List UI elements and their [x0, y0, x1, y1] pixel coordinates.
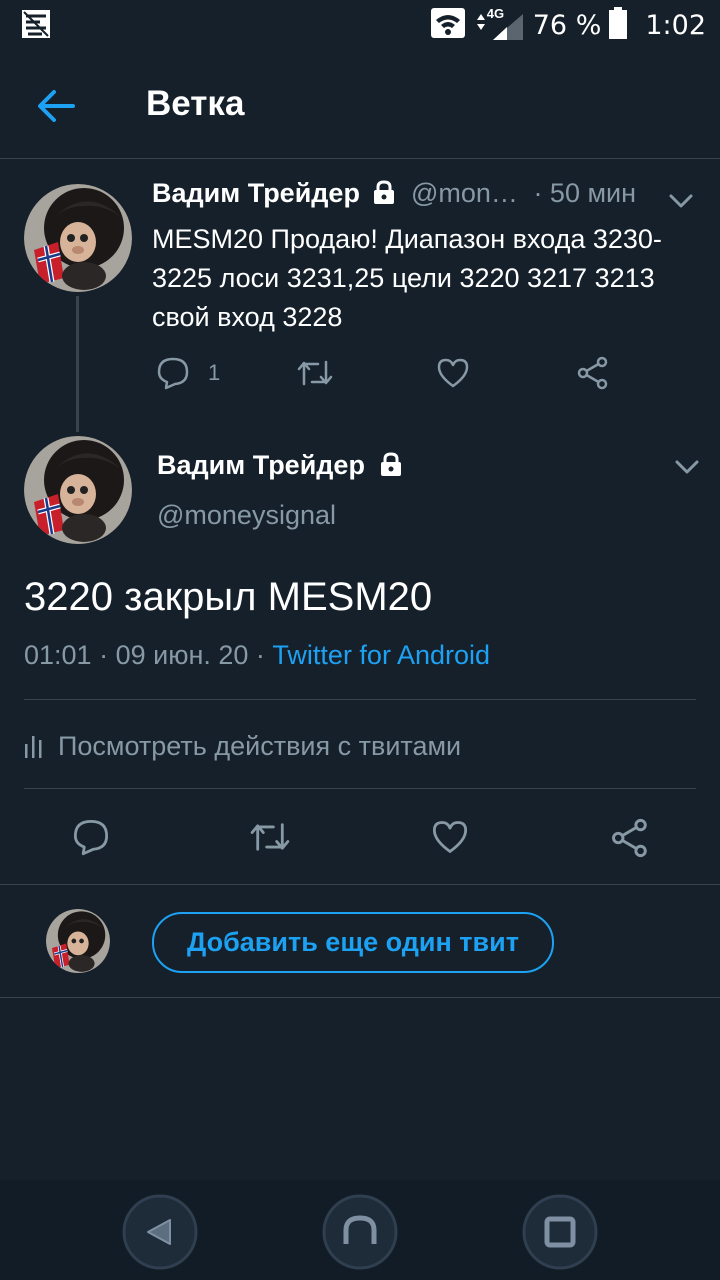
wifi-icon	[430, 7, 465, 43]
page-title: Ветка	[146, 84, 245, 123]
retweet-icon	[250, 823, 290, 851]
nav-home-button[interactable]	[320, 1192, 400, 1272]
heart-icon	[432, 821, 468, 853]
retweet-icon	[297, 360, 333, 386]
reply-icon	[73, 819, 109, 856]
avatar	[46, 909, 110, 973]
author-name[interactable]: Вадим Трейдер	[157, 450, 404, 481]
reply-button[interactable]	[72, 818, 110, 856]
tweet-menu-button[interactable]	[672, 452, 702, 482]
chevron-down-icon	[675, 460, 699, 474]
arrow-left-icon	[38, 90, 75, 122]
tweet-activity-button[interactable]: Посмотреть действия с твитами	[24, 720, 696, 772]
app-bar: Ветка	[0, 50, 720, 159]
status-bar: 4G 76 % 1:02	[0, 0, 720, 50]
divider	[24, 788, 696, 789]
bar-chart-icon	[25, 736, 42, 758]
back-button[interactable]	[30, 80, 82, 132]
system-nav-bar	[0, 1180, 720, 1280]
author-handle: @moneysignal	[157, 500, 336, 530]
tweet-source-link[interactable]: Twitter for Android	[272, 640, 490, 670]
share-icon	[612, 818, 647, 858]
battery-icon	[609, 6, 628, 44]
tweet-text: MESM20 Продаю! Диапазон входа 3230-3225 …	[152, 224, 662, 332]
avatar[interactable]	[24, 436, 132, 544]
share-icon	[577, 356, 608, 390]
divider	[24, 699, 696, 700]
battery-percent: 76 %	[532, 9, 602, 41]
tweet-date: 09 июн. 20	[115, 640, 249, 670]
divider	[0, 884, 720, 885]
like-button[interactable]	[430, 818, 470, 856]
reply-button[interactable]: 1	[156, 356, 220, 390]
home-icon	[322, 1194, 398, 1270]
chevron-down-icon	[669, 194, 693, 208]
nav-back-button[interactable]	[120, 1192, 200, 1272]
thread-line	[76, 296, 79, 432]
lock-icon	[374, 180, 395, 204]
tweet-time: · 50 мин	[533, 178, 637, 208]
notification-icon	[20, 8, 52, 45]
lock-icon	[381, 452, 402, 476]
heart-icon	[437, 358, 469, 388]
square-recents-icon	[522, 1194, 598, 1270]
share-button[interactable]	[610, 818, 650, 858]
tweet-menu-button[interactable]	[666, 186, 696, 216]
add-tweet-button[interactable]: Добавить еще один твит	[152, 912, 554, 973]
author-handle: @mon…	[410, 178, 518, 208]
meta-separator: ·	[255, 640, 273, 670]
tweet-activity-label: Посмотреть действия с твитами	[58, 730, 462, 761]
tweet-time: 01:01	[24, 640, 92, 670]
retweet-button[interactable]	[248, 818, 292, 856]
clock: 1:02	[645, 9, 706, 41]
meta-separator: ·	[99, 640, 116, 670]
signal-icon: 4G	[473, 6, 525, 42]
like-button[interactable]	[436, 356, 470, 390]
tweet-header: Вадим Трейдер @mon… · 50 мин	[152, 178, 697, 218]
author-name-text: Вадим Трейдер	[157, 450, 365, 480]
share-button[interactable]	[576, 356, 610, 390]
tweet-text: 3220 закрыл MESM20	[24, 575, 433, 619]
divider	[0, 997, 720, 998]
tweet-meta: 01:01 · 09 июн. 20 · Twitter for Android	[24, 640, 490, 671]
retweet-button[interactable]	[296, 356, 334, 390]
triangle-back-icon	[122, 1194, 198, 1270]
author-name[interactable]: Вадим Трейдер	[152, 178, 360, 208]
nav-recents-button[interactable]	[520, 1192, 600, 1272]
reply-count: 1	[208, 360, 221, 385]
reply-icon	[157, 357, 189, 390]
avatar[interactable]	[24, 184, 132, 292]
